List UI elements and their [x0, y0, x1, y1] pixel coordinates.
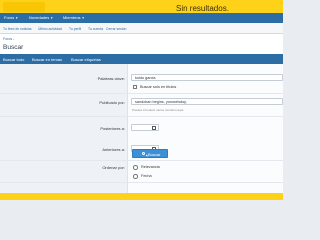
keywords-value: koldo garcia: [135, 76, 156, 80]
form-divider: [0, 182, 283, 183]
chevron-down-icon[interactable]: ▼: [82, 16, 85, 20]
form-divider: [0, 93, 283, 94]
main-nav: Foros▼ Novedades▼ Miembros▼: [0, 13, 283, 23]
nav-tab-label: Miembros: [63, 15, 81, 20]
chevron-down-icon[interactable]: ▼: [15, 16, 18, 20]
titles-only-checkbox[interactable]: [133, 85, 137, 89]
nav-tab-members[interactable]: Miembros▼: [63, 15, 85, 20]
nav-tab-forums[interactable]: Foros▼: [4, 15, 18, 20]
newer-than-label: Posteriores a:: [100, 126, 125, 131]
breadcrumb-forums-link[interactable]: Foros: [3, 37, 12, 41]
order-relevance-label: Relevancia: [141, 165, 160, 169]
form-divider: [0, 160, 283, 161]
posted-by-hint: Puedes introducir varios nombres aquí.: [132, 108, 185, 112]
order-date-label: Fecha: [141, 174, 152, 178]
form-divider: [0, 116, 283, 117]
notice-message: Sin resultados.: [176, 4, 229, 13]
chevron-right-icon: ›: [13, 37, 15, 41]
tab-search-threads[interactable]: Buscar en temas: [32, 57, 62, 62]
subnav-logout-link[interactable]: Cerrar sesión: [106, 27, 126, 31]
order-relevance-radio[interactable]: [133, 165, 138, 170]
page-title: Buscar: [3, 44, 24, 51]
keywords-label: Palabras clave:: [97, 76, 125, 81]
order-date-radio[interactable]: [133, 174, 138, 179]
newer-than-date-input[interactable]: [131, 124, 159, 131]
search-icon: [142, 151, 146, 156]
keywords-input[interactable]: koldo garcia: [131, 74, 283, 81]
posted-by-input[interactable]: sandokan begins, yonosésdoy,: [131, 98, 283, 105]
sub-nav: Tu feed de noticias Último actividad Tu …: [0, 23, 283, 34]
nav-tab-label: Foros: [4, 15, 15, 20]
subnav-account-link[interactable]: Tu cuenta: [88, 27, 103, 31]
nav-tab-label: Novedades: [29, 15, 50, 20]
nav-tab-whats-new[interactable]: Novedades▼: [29, 15, 53, 20]
footer-bar: [0, 193, 283, 200]
search-submit-label: Buscar: [148, 152, 161, 157]
site-logo[interactable]: [3, 2, 45, 12]
search-tabs: Buscar todo Buscar en temas Buscar etiqu…: [0, 54, 283, 64]
posted-by-label: Publicado por:: [99, 100, 125, 105]
calendar-icon[interactable]: [152, 126, 156, 130]
posted-by-value: sandokan begins, yonosésdoy,: [135, 100, 187, 104]
subnav-profile-link[interactable]: Tu perfil: [69, 27, 81, 31]
order-by-label: Ordenar por:: [102, 165, 125, 170]
subnav-news-feed-link[interactable]: Tu feed de noticias: [3, 27, 32, 31]
main-content: Foros› Buscar Buscar todo Buscar en tema…: [0, 34, 283, 200]
chevron-down-icon[interactable]: ▼: [50, 16, 53, 20]
tab-search-tags[interactable]: Buscar etiquetas: [71, 57, 101, 62]
subnav-latest-activity-link[interactable]: Último actividad: [38, 27, 62, 31]
search-form: Palabras clave: koldo garcia Buscar solo…: [0, 64, 283, 200]
breadcrumb: Foros›: [3, 37, 14, 41]
older-than-label: Anteriores a:: [102, 147, 125, 152]
tab-search-all[interactable]: Buscar todo: [3, 57, 24, 62]
titles-only-label: Buscar solo en títulos: [140, 85, 177, 89]
search-submit-button[interactable]: Buscar: [132, 149, 168, 158]
